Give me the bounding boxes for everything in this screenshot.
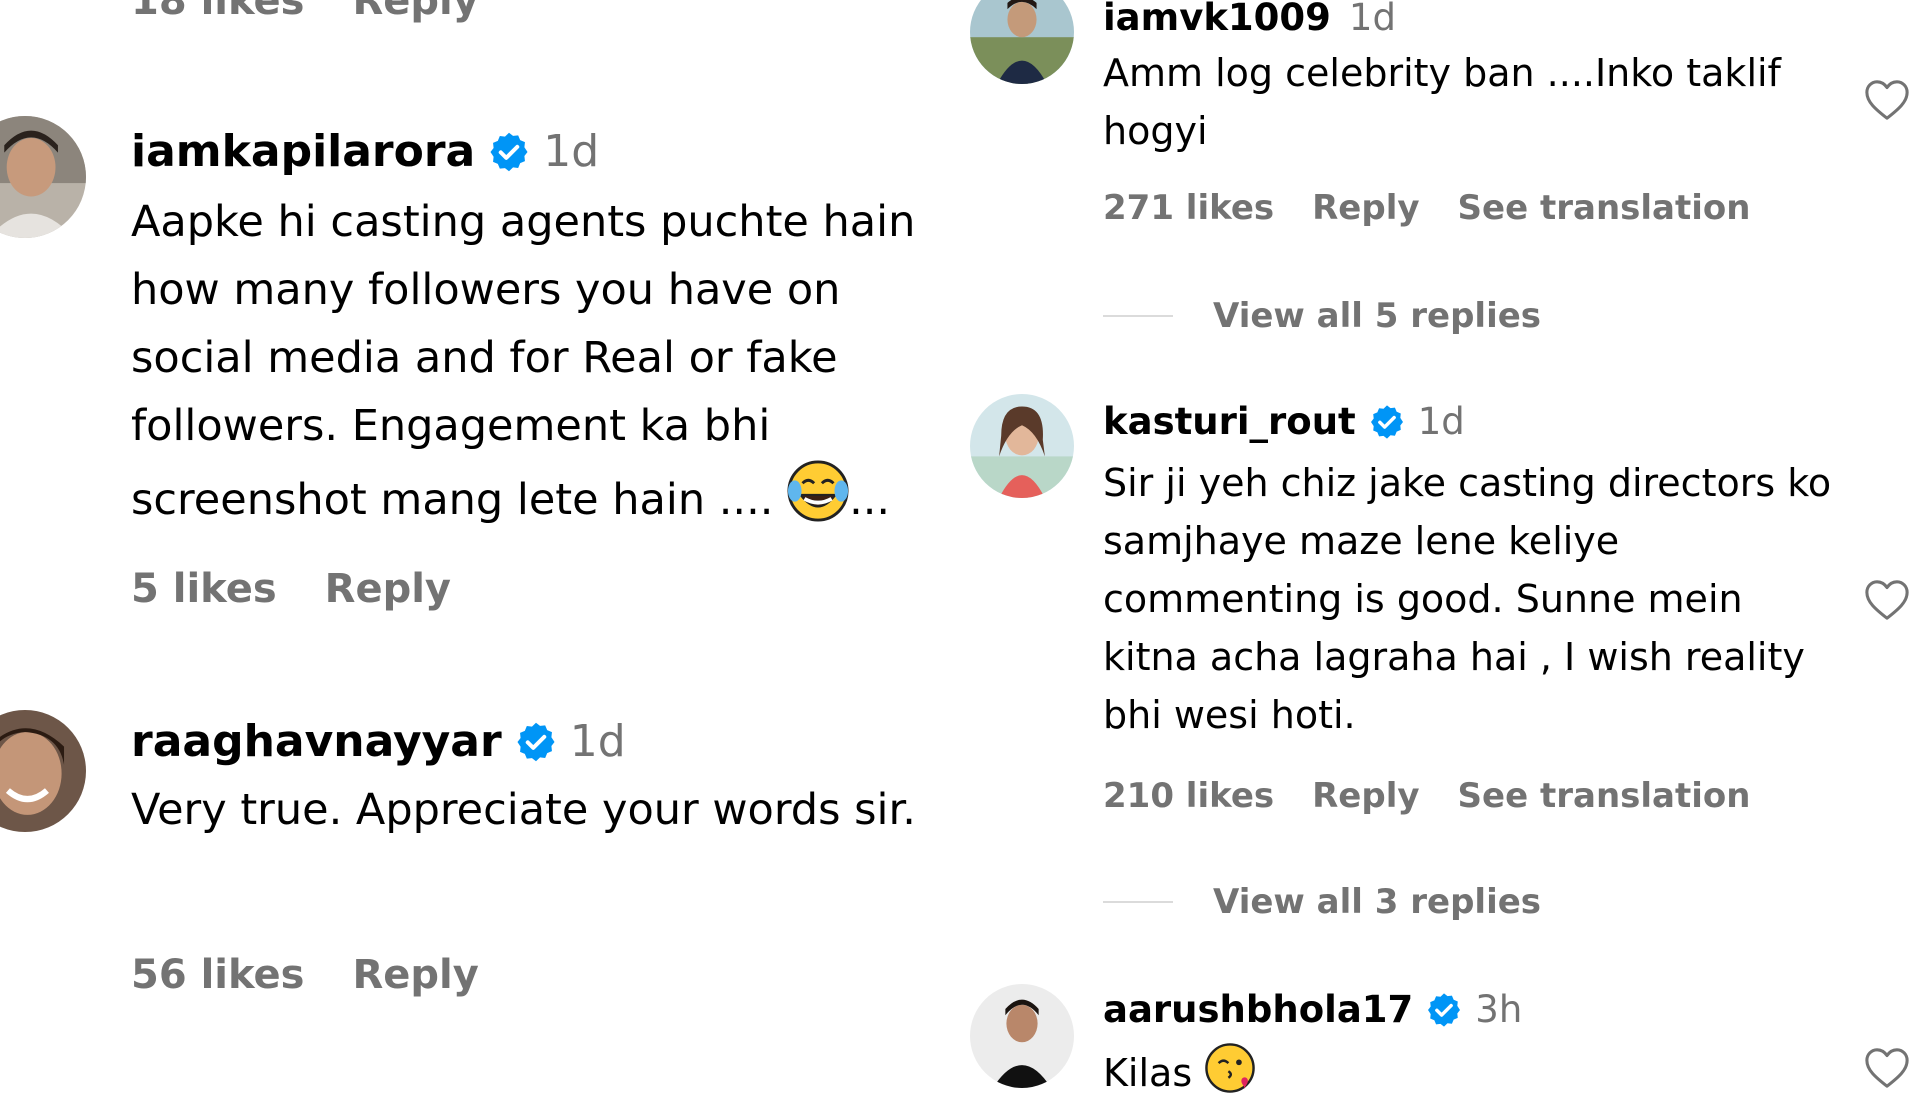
comment-time[interactable]: 3h <box>1475 988 1522 1031</box>
face-with-tears-of-joy-icon <box>787 460 849 522</box>
likes-count[interactable]: 271 likes <box>1103 188 1274 228</box>
likes-count[interactable]: 5 likes <box>131 566 277 612</box>
face-blowing-a-kiss-icon <box>1204 1042 1256 1094</box>
comment-header: iamkapilarora 1d <box>131 126 599 177</box>
comment-header: aarushbhola17 3h <box>1103 988 1522 1031</box>
comment-header: raaghavnayyar 1d <box>131 716 626 767</box>
avatar-image <box>970 984 1074 1088</box>
comment-actions: 210 likes Reply See translation <box>1103 776 1750 816</box>
comment-text: Amm log celebrity ban ....Inko taklif ho… <box>1103 51 1781 153</box>
comment-actions: 271 likes Reply See translation <box>1103 188 1750 228</box>
replies-divider <box>1103 901 1173 903</box>
username[interactable]: iamkapilarora <box>131 126 475 177</box>
username[interactable]: aarushbhola17 <box>1103 988 1413 1031</box>
reply-button[interactable]: Reply <box>1312 188 1419 228</box>
see-translation-button[interactable]: See translation <box>1458 776 1751 816</box>
comment-more[interactable]: ... <box>849 475 890 525</box>
reply-button[interactable]: Reply <box>352 0 478 24</box>
avatar-image <box>970 394 1074 498</box>
heart-outline-icon[interactable] <box>1864 1046 1910 1090</box>
username[interactable]: kasturi_rout <box>1103 400 1356 443</box>
avatar-image <box>0 116 86 238</box>
heart-outline-icon[interactable] <box>1864 78 1910 122</box>
likes-count[interactable]: 210 likes <box>1103 776 1274 816</box>
comment-time[interactable]: 1d <box>543 126 599 177</box>
comment-time[interactable]: 1d <box>1349 0 1396 39</box>
comment-body: Kilas <box>1103 1051 1193 1095</box>
comment-text: Aapke hi casting agents puchte hain how … <box>131 188 971 534</box>
verified-badge-icon <box>514 720 558 764</box>
avatar[interactable] <box>970 0 1074 84</box>
reply-button[interactable]: Reply <box>352 952 478 998</box>
see-translation-button[interactable]: See translation <box>1458 188 1751 228</box>
comment-actions: 56 likes Reply <box>131 952 479 998</box>
comment-header: kasturi_rout 1d <box>1103 400 1465 443</box>
view-replies-button[interactable]: View all 5 replies <box>1103 296 1541 336</box>
comment-text: Very true. Appreciate your words sir. <box>131 785 916 835</box>
avatar[interactable] <box>970 984 1074 1088</box>
comment-actions: 18 likes Reply <box>131 0 479 24</box>
right-comment-column: iamvk1009 1d Amm log celebrity ban ....I… <box>960 0 1920 1095</box>
left-comment-column: 18 likes Reply iamkapilarora 1d Aapke hi… <box>0 0 960 1080</box>
comment-text: Sir ji yeh chiz jake casting directors k… <box>1103 461 1832 737</box>
likes-count[interactable]: 56 likes <box>131 952 304 998</box>
verified-badge-icon <box>1425 991 1463 1029</box>
username[interactable]: iamvk1009 <box>1103 0 1331 39</box>
avatar[interactable] <box>0 116 86 238</box>
verified-badge-icon <box>487 130 531 174</box>
comment-time[interactable]: 1d <box>570 716 626 767</box>
verified-badge-icon <box>1368 403 1406 441</box>
avatar[interactable] <box>970 394 1074 498</box>
avatar-image <box>970 0 1074 84</box>
view-replies-label: View all 3 replies <box>1213 882 1542 922</box>
comment-header: iamvk1009 1d <box>1103 0 1396 39</box>
heart-outline-icon[interactable] <box>1864 578 1910 622</box>
username[interactable]: raaghavnayyar <box>131 716 502 767</box>
likes-count[interactable]: 18 likes <box>131 0 304 24</box>
replies-divider <box>1103 315 1173 317</box>
comment-text: Kilas <box>1103 1042 1843 1102</box>
reply-button[interactable]: Reply <box>325 566 451 612</box>
reply-button[interactable]: Reply <box>1312 776 1419 816</box>
view-replies-label: View all 5 replies <box>1213 296 1542 336</box>
view-replies-button[interactable]: View all 3 replies <box>1103 882 1541 922</box>
comment-actions: 5 likes Reply <box>131 566 451 612</box>
avatar-image <box>0 710 86 832</box>
avatar[interactable] <box>0 710 86 832</box>
comment-time[interactable]: 1d <box>1418 400 1465 443</box>
